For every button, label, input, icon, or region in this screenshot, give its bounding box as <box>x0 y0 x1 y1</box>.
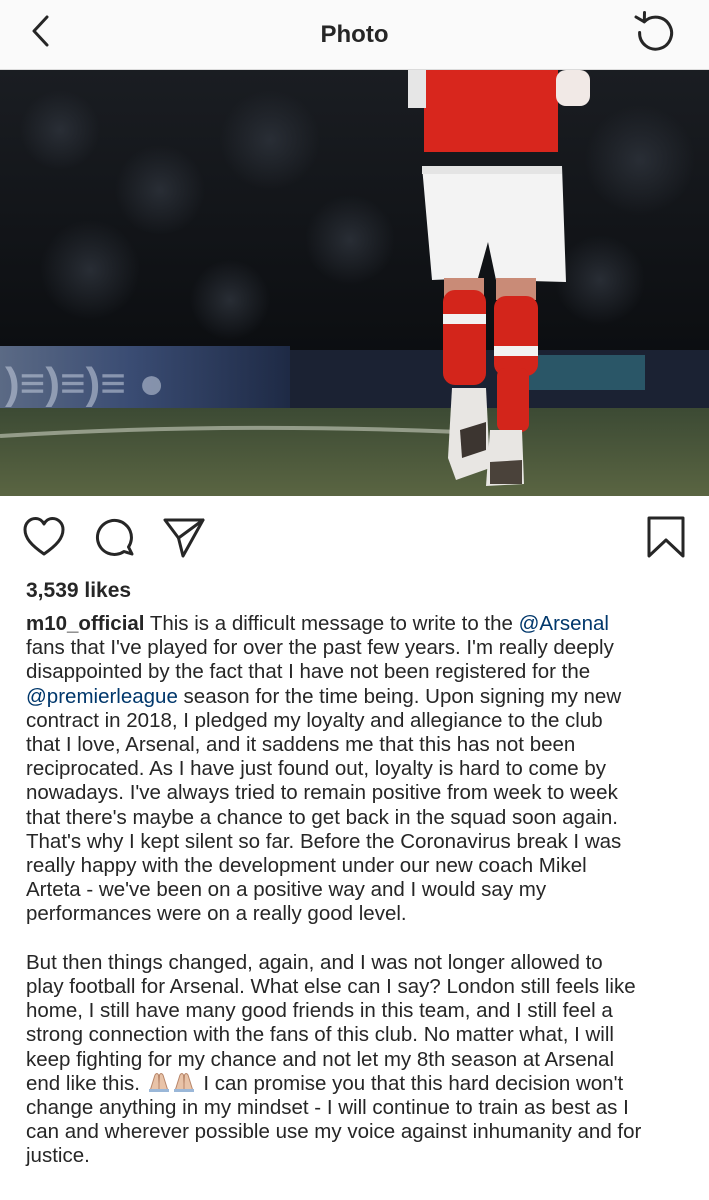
svg-text:)≡)≡)≡ ●: )≡)≡)≡ ● <box>5 359 165 408</box>
folded-hands-emoji-icon <box>146 1072 198 1092</box>
caption-line: play football for Arsenal. What else can… <box>26 975 636 999</box>
likes-count[interactable]: 3,539 likes <box>26 577 131 605</box>
caption-line: strong connection with the fans of this … <box>26 1023 614 1047</box>
caption-line: Arteta - we've been on a positive way an… <box>26 878 547 902</box>
caption-text: season for the time being. Upon signing … <box>177 684 622 708</box>
mention-premierleague[interactable]: @premierleague <box>26 685 178 708</box>
caption-line: that I love, Arsenal, and it saddens me … <box>26 733 576 757</box>
mention-arsenal[interactable]: @Arsenal <box>519 612 609 635</box>
caption-line: fans that I've played for over the past … <box>26 636 614 660</box>
post-photo-image: )≡)≡)≡ ● <box>0 70 709 496</box>
caption-line: justice. <box>26 1144 90 1168</box>
top-navigation-bar: Photo <box>0 0 709 70</box>
caption-line: disappointed by the fact that I have not… <box>26 660 591 684</box>
bookmark-icon <box>647 516 685 558</box>
page-title: Photo <box>320 21 389 48</box>
caption-line: change anything in my mindset - I will c… <box>26 1096 629 1120</box>
caption-username[interactable]: m10_official <box>26 612 145 635</box>
back-button[interactable] <box>26 12 56 52</box>
share-icon <box>163 518 205 558</box>
caption-line: nowadays. I've always tried to remain po… <box>26 781 618 805</box>
post-action-bar <box>0 496 709 578</box>
back-chevron-icon <box>32 15 49 47</box>
refresh-icon <box>634 11 674 51</box>
caption-text: I can promise you that this hard decisio… <box>197 1071 624 1095</box>
heart-icon <box>23 517 65 556</box>
caption-text: This is a difficult message to write to … <box>144 612 519 635</box>
caption-line: that there's maybe a chance to get back … <box>26 805 618 829</box>
comment-button[interactable] <box>91 514 137 560</box>
refresh-button[interactable] <box>632 10 678 56</box>
caption-line: That's why I kept silent so far. Before … <box>26 829 622 853</box>
caption-text: end like this. <box>26 1071 146 1095</box>
caption-line: performances were on a really good level… <box>26 902 407 926</box>
post-caption: m10_official This is a difficult message… <box>26 612 696 1169</box>
comment-icon <box>95 518 134 556</box>
caption-line: contract in 2018, I pledged my loyalty a… <box>26 708 603 732</box>
share-button[interactable] <box>161 514 207 560</box>
caption-line: reciprocated. As I have just found out, … <box>26 757 607 781</box>
caption-line: home, I still have many good friends in … <box>26 999 613 1023</box>
caption-line: But then things changed, again, and I wa… <box>26 950 603 974</box>
caption-line: keep fighting for my chance and not let … <box>26 1047 615 1071</box>
like-button[interactable] <box>21 514 67 560</box>
caption-line: really happy with the development under … <box>26 854 587 878</box>
post-photo[interactable]: )≡)≡)≡ ● <box>0 70 709 496</box>
save-button[interactable] <box>643 514 689 560</box>
caption-line: can and wherever possible use my voice a… <box>26 1120 642 1144</box>
